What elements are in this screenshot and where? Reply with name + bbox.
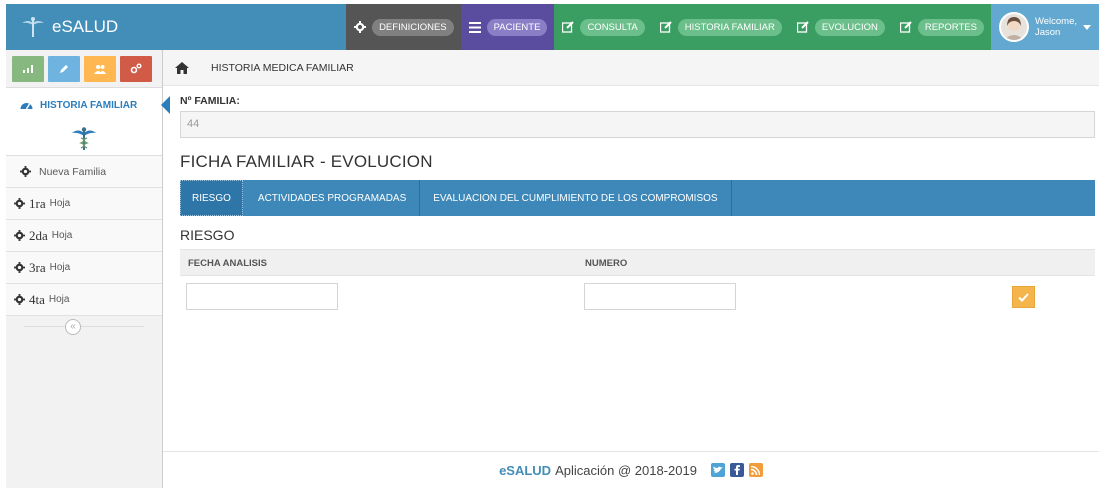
sidebar-item-number: 4ta <box>29 291 45 307</box>
numero-input[interactable] <box>584 283 736 310</box>
sidebar-item-label: Hoja <box>49 198 71 209</box>
users-icon <box>94 64 106 74</box>
nav-evolucion-label: EVOLUCION <box>814 18 885 36</box>
sidebar-item-number: 1ra <box>29 195 46 211</box>
familia-label: Nº FAMILIA: <box>180 95 240 107</box>
breadcrumb: HISTORIA MEDICA FAMILIAR <box>163 50 1099 86</box>
gear-icon <box>14 294 25 305</box>
home-icon[interactable] <box>175 61 189 74</box>
shortcut-signal-button[interactable] <box>12 55 44 82</box>
pencil-icon <box>60 64 68 73</box>
tab-bar: RIESGO ACTIVIDADES PROGRAMADAS EVALUACIO… <box>180 180 1095 216</box>
sidebar: HISTORIA FAMILIAR Nueva Familia 1ra Hoja… <box>6 50 170 488</box>
familia-field: 44 <box>180 111 1095 138</box>
fecha-analisis-input[interactable] <box>186 283 338 310</box>
welcome-text: Welcome, Jason <box>1035 16 1077 38</box>
table-header: FECHA ANALISIS NUMERO <box>180 249 1095 276</box>
gear-icon <box>14 198 25 209</box>
rss-icon[interactable] <box>748 463 763 477</box>
sidebar-item-number: 3ra <box>29 259 46 275</box>
double-chevron-left-icon[interactable]: « <box>65 319 81 335</box>
gear-icon <box>353 20 367 34</box>
nav-paciente-label: PACIENTE <box>486 18 548 36</box>
sidebar-item-2da-hoja[interactable]: 2da Hoja <box>6 220 162 252</box>
shortcut-users-button[interactable] <box>84 55 116 82</box>
sidebar-item-4ta-hoja[interactable]: 4ta Hoja <box>6 284 162 316</box>
save-button[interactable] <box>1012 286 1035 308</box>
section-title: RIESGO <box>180 227 235 243</box>
caduceus-icon <box>72 126 96 150</box>
column-header-numero: NUMERO <box>585 258 628 269</box>
footer: eSALUD Aplicación @ 2018-2019 <box>163 451 1099 488</box>
shortcut-pencil-button[interactable] <box>48 55 80 82</box>
list-icon <box>468 20 482 34</box>
table-row <box>180 276 1095 316</box>
divider <box>24 326 144 327</box>
sidebar-item-label: Hoja <box>51 230 73 241</box>
user-menu[interactable]: Welcome, Jason <box>990 4 1099 50</box>
avatar <box>998 12 1029 42</box>
nav-definiciones[interactable]: DEFINICIONES <box>346 4 461 50</box>
nav-definiciones-label: DEFINICIONES <box>372 18 454 36</box>
top-navbar: eSALUD DEFINICIONES PACIENTE CONSULTA HI… <box>6 4 1099 50</box>
sidebar-item-1ra-hoja[interactable]: 1ra Hoja <box>6 188 162 220</box>
tab-riesgo[interactable]: RIESGO <box>180 180 243 216</box>
gear-icon <box>20 166 31 177</box>
page: eSALUD DEFINICIONES PACIENTE CONSULTA HI… <box>0 0 1099 488</box>
welcome-greeting: Welcome, <box>1034 16 1077 27</box>
cogs-icon <box>130 63 142 74</box>
caduceus-logo-icon <box>22 17 44 37</box>
sidebar-item-3ra-hoja[interactable]: 3ra Hoja <box>6 252 162 284</box>
footer-brand: eSALUD <box>499 462 552 478</box>
footer-text: Aplicación @ 2018-2019 <box>555 462 697 478</box>
gear-icon <box>14 262 25 273</box>
brand-name: eSALUD <box>52 17 119 36</box>
form-area: Nº FAMILIA: 44 FICHA FAMILIAR - EVOLUCIO… <box>163 95 1099 316</box>
gear-icon <box>14 230 25 241</box>
sidebar-shortcuts <box>6 50 162 88</box>
tab-actividades-programadas[interactable]: ACTIVIDADES PROGRAMADAS <box>245 180 421 216</box>
edit-icon <box>659 20 673 34</box>
edit-icon <box>796 20 810 34</box>
sidebar-item-number: 2da <box>29 227 48 243</box>
nav-historia-familiar[interactable]: HISTORIA FAMILIAR <box>651 4 789 50</box>
column-header-fecha: FECHA ANALISIS <box>188 258 267 269</box>
facebook-icon[interactable] <box>729 463 744 477</box>
sidebar-item-historia-familiar[interactable]: HISTORIA FAMILIAR <box>6 88 170 122</box>
nav-historia-familiar-label: HISTORIA FAMILIAR <box>677 18 782 36</box>
sidebar-item-nueva-familia[interactable]: Nueva Familia <box>6 156 162 188</box>
caret-down-icon <box>1083 24 1091 30</box>
sidebar-item-label: Nueva Familia <box>39 165 107 178</box>
nav-evolucion[interactable]: EVOLUCION <box>788 4 892 50</box>
sidebar-collapse-row: « <box>6 316 162 338</box>
nav-menu: DEFINICIONES PACIENTE CONSULTA HISTORIA … <box>346 4 1099 50</box>
sidebar-item-label: HISTORIA FAMILIAR <box>40 99 138 111</box>
sidebar-logo <box>6 122 162 156</box>
signal-icon <box>23 65 33 73</box>
edit-icon <box>899 20 913 34</box>
nav-consulta-label: CONSULTA <box>580 18 645 36</box>
nav-paciente[interactable]: PACIENTE <box>460 4 555 50</box>
sidebar-item-label: Hoja <box>49 262 71 273</box>
nav-reportes-label: REPORTES <box>917 18 984 36</box>
edit-icon <box>561 20 575 34</box>
nav-reportes[interactable]: REPORTES <box>891 4 991 50</box>
page-title: FICHA FAMILIAR - EVOLUCION <box>180 152 433 171</box>
check-icon <box>1018 292 1029 302</box>
tab-evaluacion-cumplimiento[interactable]: EVALUACION DEL CUMPLIMIENTO DE LOS COMPR… <box>420 180 732 216</box>
twitter-icon[interactable] <box>710 463 725 477</box>
breadcrumb-label: HISTORIA MEDICA FAMILIAR <box>211 61 354 74</box>
user-name: Jason <box>1034 27 1061 38</box>
nav-consulta[interactable]: CONSULTA <box>554 4 652 50</box>
shortcut-cogs-button[interactable] <box>120 55 152 82</box>
sidebar-item-label: Hoja <box>48 294 70 305</box>
brand[interactable]: eSALUD <box>20 4 118 50</box>
social-links <box>710 463 763 477</box>
main-content: HISTORIA MEDICA FAMILIAR Nº FAMILIA: 44 … <box>163 50 1099 488</box>
tachometer-icon <box>20 102 33 109</box>
